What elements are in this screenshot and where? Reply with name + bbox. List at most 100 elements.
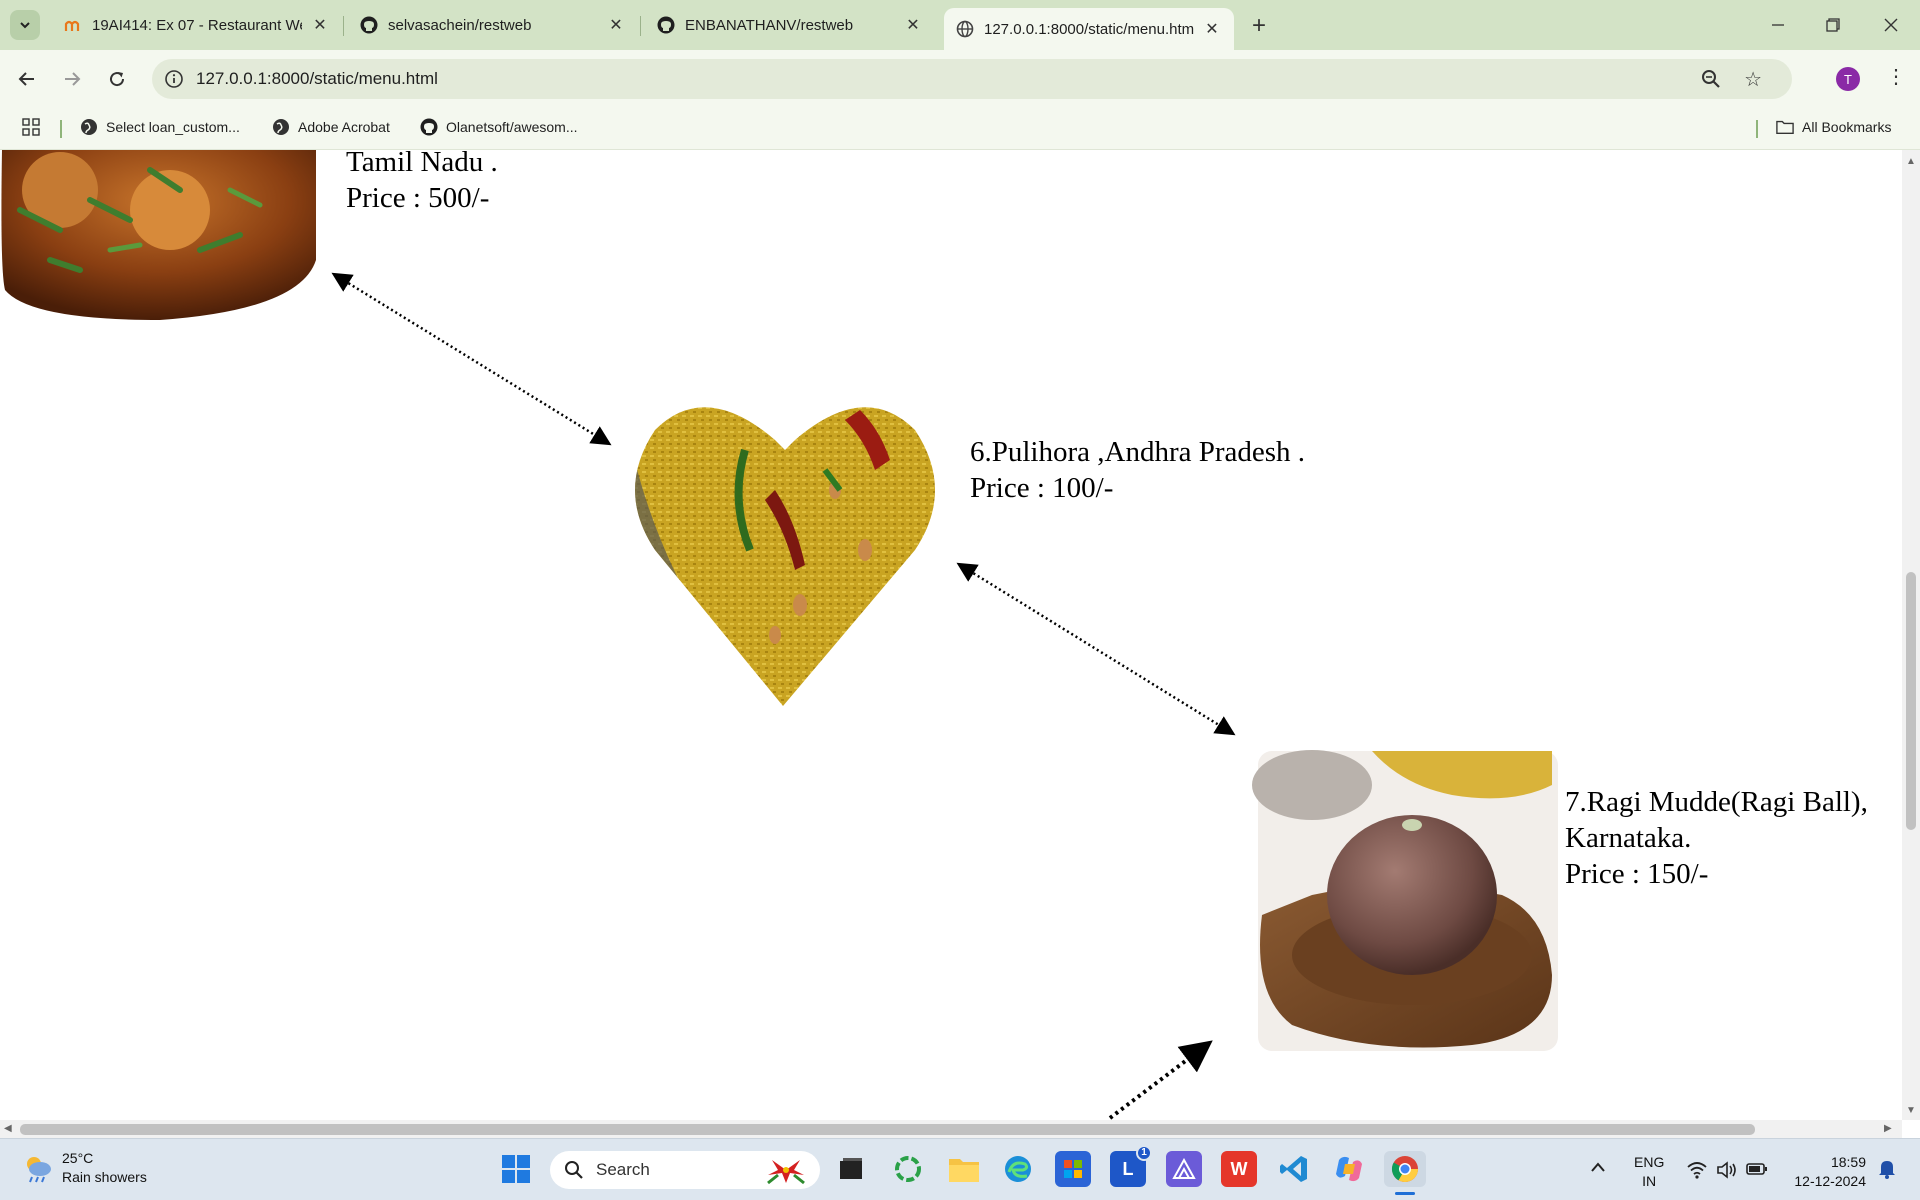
close-icon[interactable]: ✕ [903, 15, 923, 35]
menu-item6-name: 6.Pulihora ,Andhra Pradesh . [970, 436, 1306, 468]
arrow-right-icon [65, 72, 81, 86]
search-icon [565, 1161, 583, 1179]
bookmark-item[interactable]: Select loan_custom... [80, 118, 240, 136]
github-icon [657, 16, 675, 34]
wps-icon: W [1230, 1158, 1248, 1179]
wps-app[interactable]: W [1221, 1151, 1257, 1187]
minimize-button[interactable] [1755, 10, 1801, 40]
poinsettia-icon [767, 1160, 805, 1185]
arrow-6-7 [956, 562, 1236, 736]
tab-title: 19AI414: Ex 07 - Restaurant We [92, 16, 302, 34]
all-bookmarks-button[interactable]: All Bookmarks [1776, 118, 1891, 136]
start-button[interactable] [498, 1151, 534, 1187]
wifi-icon[interactable] [1686, 1161, 1708, 1184]
weather-widget[interactable]: 25°C Rain showers [22, 1149, 147, 1187]
edge-app[interactable] [1000, 1151, 1036, 1187]
volume-icon[interactable] [1716, 1161, 1738, 1184]
notification-bell-icon[interactable] [1878, 1159, 1896, 1184]
task-view-button[interactable] [833, 1151, 869, 1187]
browser-toolbar: 127.0.0.1:8000/static/menu.html ☆ T ⋮ [0, 50, 1920, 108]
language-indicator[interactable]: ENG IN [1634, 1153, 1664, 1191]
store-app[interactable] [1055, 1151, 1091, 1187]
vscode-app[interactable] [1276, 1151, 1312, 1187]
mountain-icon [1172, 1158, 1196, 1179]
tab-menu-active[interactable]: 127.0.0.1:8000/static/menu.htm ✕ [944, 8, 1234, 50]
store-icon [1064, 1160, 1082, 1178]
search-placeholder: Search [596, 1160, 650, 1179]
apps-button[interactable] [22, 118, 48, 136]
menu-item6-price: Price : 100/- [970, 472, 1114, 504]
chrome-app-active[interactable] [1384, 1151, 1426, 1195]
restore-icon [1826, 18, 1840, 32]
profile-avatar[interactable]: T [1836, 67, 1860, 91]
close-icon[interactable]: ✕ [1202, 19, 1222, 39]
github-icon [420, 118, 438, 136]
menu-kebab-icon[interactable]: ⋮ [1886, 64, 1906, 89]
battery-icon[interactable] [1746, 1162, 1768, 1181]
bookmark-label: Adobe Acrobat [298, 119, 390, 135]
forward-button[interactable] [57, 64, 87, 94]
address-bar[interactable]: 127.0.0.1:8000/static/menu.html ☆ [152, 59, 1792, 99]
copilot-app[interactable] [1331, 1151, 1367, 1187]
bookmark-item[interactable]: Olanetsoft/awesom... [420, 118, 578, 136]
scroll-right-icon[interactable]: ▶ [1884, 1123, 1892, 1134]
bookmark-label: Olanetsoft/awesom... [446, 119, 578, 135]
connector-arrows [331, 272, 1236, 1120]
copilot-ring-app[interactable] [890, 1151, 926, 1187]
close-icon [1884, 18, 1898, 32]
l-app[interactable]: L 1 [1110, 1145, 1152, 1187]
zoom-icon[interactable] [1700, 68, 1722, 95]
task-view-icon [840, 1158, 862, 1179]
tab-selvasachein[interactable]: selvasachein/restweb ✕ [348, 8, 638, 42]
bookmark-item[interactable]: Adobe Acrobat [272, 118, 390, 136]
menu-item7-location: Karnataka. [1565, 822, 1692, 854]
site-info-icon[interactable] [164, 69, 184, 89]
l-app-icon: L [1122, 1158, 1134, 1179]
food-image-item7 [1252, 750, 1558, 1051]
tab-restaurant[interactable]: 19AI414: Ex 07 - Restaurant We ✕ [52, 8, 342, 42]
food-image-item6 [635, 407, 935, 706]
taskbar-search[interactable]: Search [550, 1151, 820, 1189]
new-tab-button[interactable]: + [1246, 12, 1272, 40]
tab-strip: 19AI414: Ex 07 - Restaurant We ✕ selvasa… [0, 0, 1920, 50]
close-icon[interactable]: ✕ [606, 15, 626, 35]
bookmark-star-icon[interactable]: ☆ [1744, 67, 1762, 92]
proton-app[interactable] [1166, 1151, 1202, 1187]
bookmarks-bar: Select loan_custom... Adobe Acrobat Olan… [0, 108, 1920, 150]
moodle-icon [64, 16, 82, 34]
scrollbar-thumb[interactable] [1906, 572, 1916, 830]
clock-date: 12-12-2024 [1794, 1173, 1866, 1189]
windows-taskbar: 25°C Rain showers Search L 1 W ENG IN 18… [0, 1138, 1920, 1200]
back-button[interactable] [12, 64, 42, 94]
close-icon[interactable]: ✕ [310, 15, 330, 35]
tab-enbanathanv[interactable]: ENBANATHANV/restweb ✕ [645, 8, 935, 42]
scroll-up-icon[interactable]: ▲ [1906, 156, 1916, 167]
restore-button[interactable] [1810, 10, 1856, 40]
scrollbar-thumb[interactable] [20, 1124, 1755, 1135]
globe-icon [80, 118, 98, 136]
url-text[interactable]: 127.0.0.1:8000/static/menu.html [196, 69, 438, 89]
clock-time: 18:59 [1830, 1154, 1866, 1170]
arrow-5-6 [331, 272, 612, 446]
minimize-icon [1772, 24, 1784, 26]
clock[interactable]: 18:59 12-12-2024 [1786, 1153, 1866, 1191]
close-window-button[interactable] [1868, 10, 1914, 40]
menu-item7-text: 7.Ragi Mudde(Ragi Ball), Karnataka. Pric… [1565, 784, 1868, 892]
tab-search-button[interactable] [10, 10, 40, 40]
vertical-scrollbar[interactable]: ▲ ▼ [1902, 150, 1920, 1120]
vscode-icon [1280, 1156, 1307, 1182]
chrome-icon [1391, 1156, 1419, 1183]
menu-item7-price: Price : 150/- [1565, 858, 1709, 890]
windows-logo-icon [502, 1155, 530, 1183]
tab-title: selvasachein/restweb [388, 16, 532, 34]
scroll-left-icon[interactable]: ◀ [4, 1123, 12, 1134]
scroll-down-icon[interactable]: ▼ [1906, 1105, 1916, 1116]
horizontal-scrollbar[interactable]: ◀ ▶ [0, 1120, 1902, 1138]
arrow-left-icon [18, 72, 34, 86]
ring-app-icon [895, 1156, 921, 1182]
reload-button[interactable] [102, 64, 132, 94]
menu-item7-name: 7.Ragi Mudde(Ragi Ball), [1565, 786, 1868, 818]
tray-overflow-icon[interactable] [1590, 1159, 1606, 1178]
reload-icon [110, 72, 125, 87]
file-explorer-app[interactable] [946, 1151, 982, 1187]
